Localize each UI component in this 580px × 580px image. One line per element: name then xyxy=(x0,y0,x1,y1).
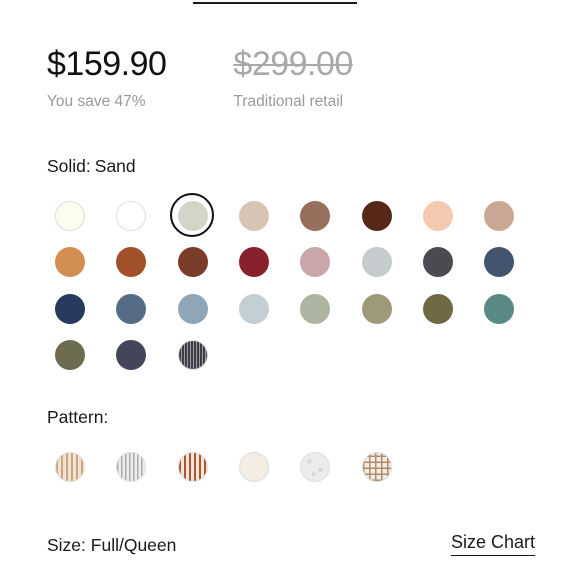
retail-label: Traditional retail xyxy=(233,93,344,110)
savings-text: You save 47% xyxy=(47,93,146,110)
solid-color-swatch[interactable] xyxy=(484,293,515,324)
solid-color-swatch[interactable] xyxy=(484,201,515,231)
solid-color-swatch[interactable] xyxy=(116,247,147,278)
retail-price: $299.00 xyxy=(233,45,353,83)
size-row: Size: Full/Queen Size Chart xyxy=(47,532,535,558)
solid-color-swatch[interactable] xyxy=(300,247,331,278)
solid-color-swatch[interactable] xyxy=(484,247,515,278)
solid-color-swatch[interactable] xyxy=(361,293,392,324)
solid-color-swatch[interactable] xyxy=(422,201,453,231)
pattern-swatch[interactable] xyxy=(116,452,147,482)
solid-color-swatch[interactable] xyxy=(55,201,85,231)
size-label: Size: xyxy=(47,535,86,555)
size-selected-value: Full/Queen xyxy=(90,535,177,555)
solid-color-swatch[interactable] xyxy=(238,247,269,278)
solid-color-swatch[interactable] xyxy=(361,247,392,278)
solid-color-swatch[interactable] xyxy=(55,293,85,324)
solid-color-swatch[interactable] xyxy=(169,193,214,237)
size-chart-link[interactable]: Size Chart xyxy=(450,532,535,556)
solid-color-swatch[interactable] xyxy=(422,293,453,324)
top-divider xyxy=(193,2,357,4)
solid-color-swatch[interactable] xyxy=(55,247,85,278)
pattern-swatch[interactable] xyxy=(238,452,269,482)
solid-color-swatch[interactable] xyxy=(177,293,208,324)
pattern-swatch[interactable] xyxy=(300,452,331,482)
solid-color-swatch[interactable] xyxy=(116,201,147,231)
retail-price-block: $299.00 Traditional retail xyxy=(233,45,353,111)
solid-color-swatch[interactable] xyxy=(177,339,208,370)
pattern-swatch[interactable] xyxy=(55,452,85,482)
solid-color-swatch[interactable] xyxy=(116,293,147,324)
pattern-heading: Pattern: xyxy=(47,407,108,428)
price-row: $159.90 You save 47% $299.00 Traditional… xyxy=(47,45,353,111)
solid-color-swatch[interactable] xyxy=(238,201,269,231)
solid-color-swatch[interactable] xyxy=(361,201,392,231)
solid-color-swatch[interactable] xyxy=(300,293,331,324)
solid-color-swatch[interactable] xyxy=(300,201,331,231)
solid-color-heading: Solid: Sand xyxy=(47,156,136,177)
sale-price-block: $159.90 You save 47% xyxy=(47,45,167,111)
pattern-swatch[interactable] xyxy=(361,452,392,482)
solid-color-swatch[interactable] xyxy=(177,247,208,278)
solid-color-swatch[interactable] xyxy=(55,339,85,370)
size-heading: Size: Full/Queen xyxy=(47,535,176,556)
solid-color-swatch[interactable] xyxy=(238,293,269,324)
solid-color-swatch[interactable] xyxy=(116,339,147,370)
pattern-label: Pattern: xyxy=(47,407,109,427)
pattern-swatch[interactable] xyxy=(177,452,208,482)
solid-selected-value: Sand xyxy=(94,156,136,176)
sale-price: $159.90 xyxy=(47,45,167,83)
solid-label: Solid: xyxy=(47,156,91,176)
solid-color-swatch[interactable] xyxy=(422,247,453,278)
